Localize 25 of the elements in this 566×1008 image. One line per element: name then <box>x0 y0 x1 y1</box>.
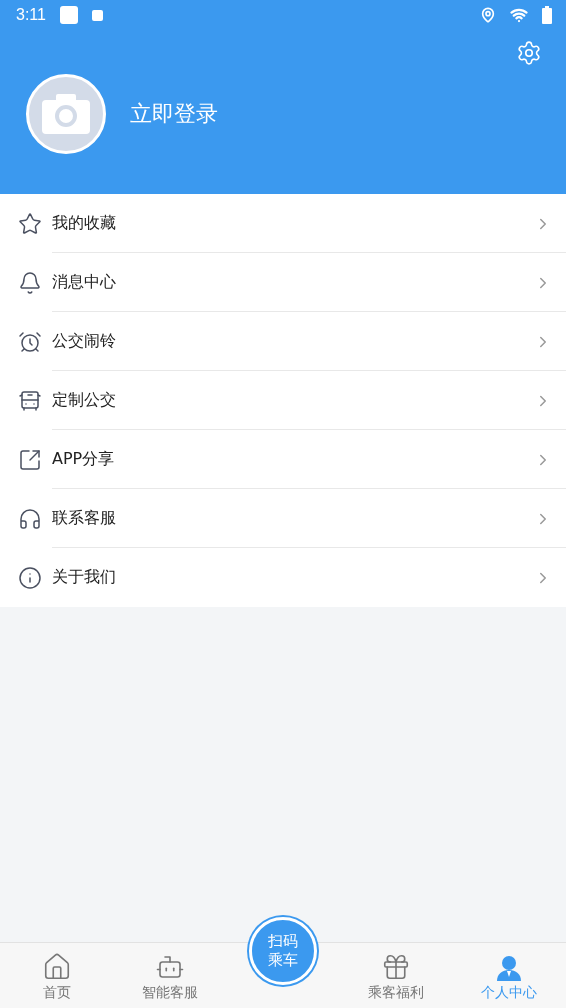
menu-item[interactable]: 联系客服 <box>0 489 566 548</box>
tab[interactable]: 智能客服 <box>113 943 227 1008</box>
menu-item[interactable]: 关于我们 <box>0 548 566 607</box>
menu-item[interactable]: 消息中心 <box>0 253 566 312</box>
bus-icon <box>18 388 42 413</box>
alarm-clock-icon <box>18 329 42 354</box>
menu-item[interactable]: 定制公交 <box>0 371 566 430</box>
menu-item[interactable]: APP分享 <box>0 430 566 489</box>
share-icon <box>18 447 42 472</box>
tab[interactable]: 乘客福利 <box>339 943 453 1008</box>
bell-icon <box>18 270 42 295</box>
status-time: 3:11 <box>16 6 46 24</box>
person-icon <box>495 954 524 982</box>
wifi-icon <box>510 6 528 24</box>
tab[interactable]: 首页 <box>0 943 114 1008</box>
camera-icon <box>42 94 90 134</box>
location-icon <box>480 7 496 23</box>
settings-icon[interactable] <box>516 40 542 66</box>
headset-icon <box>18 506 42 531</box>
info-icon <box>18 565 42 590</box>
battery-icon <box>542 6 552 24</box>
menu-item[interactable]: 公交闹铃 <box>0 312 566 371</box>
menu-item[interactable]: 我的收藏 <box>0 194 566 253</box>
star-icon <box>18 211 42 236</box>
notification-icon <box>59 6 78 24</box>
